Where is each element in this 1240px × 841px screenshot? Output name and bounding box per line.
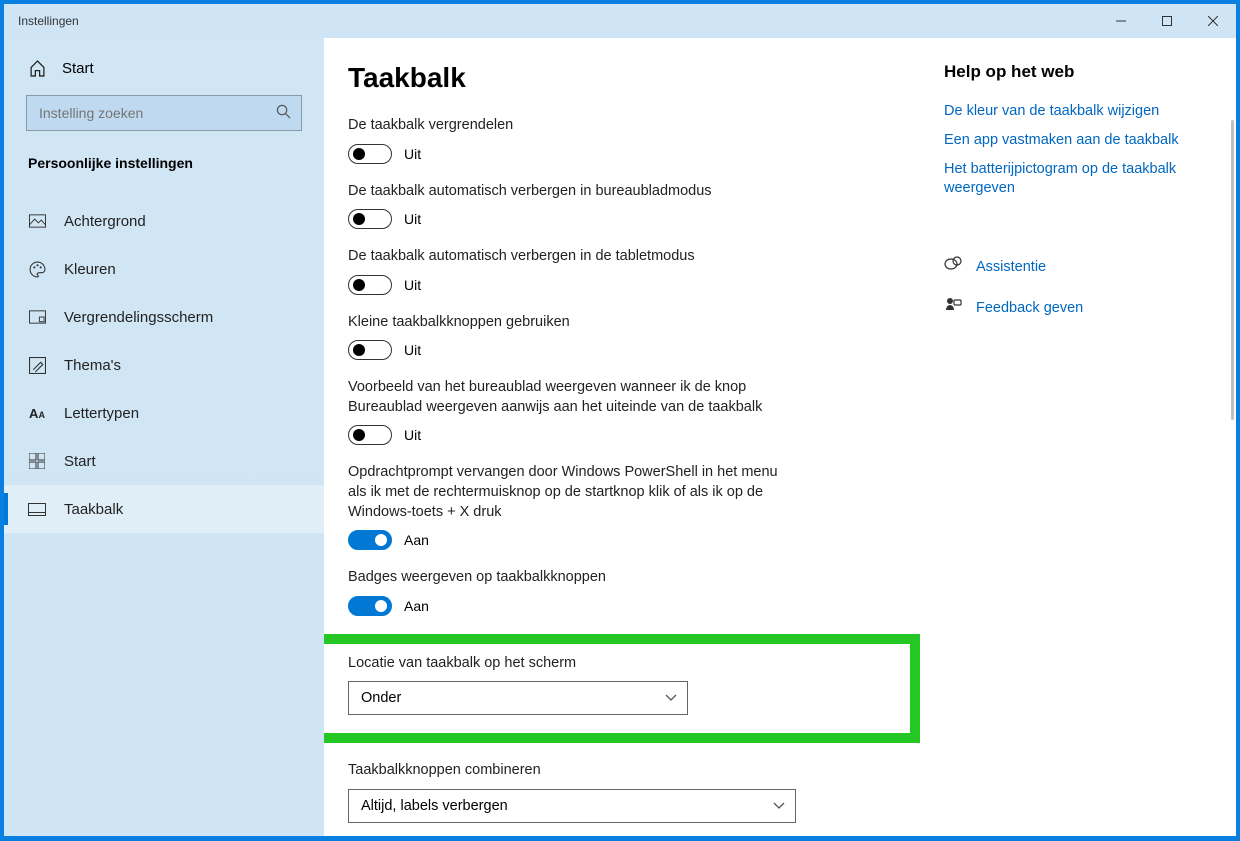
search-icon bbox=[276, 104, 291, 122]
toggle-powershell[interactable] bbox=[348, 530, 392, 550]
setting-label: Voorbeeld van het bureaublad weergeven w… bbox=[348, 378, 788, 417]
settings-window: Instellingen Start bbox=[4, 4, 1236, 836]
sidebar-item-background[interactable]: Achtergrond bbox=[4, 197, 324, 245]
window-controls bbox=[1098, 4, 1236, 38]
toggle-lock[interactable] bbox=[348, 144, 392, 164]
themes-icon bbox=[28, 357, 46, 374]
help-link[interactable]: De kleur van de taakbalk wijzigen bbox=[944, 102, 1204, 121]
feedback-icon bbox=[944, 296, 962, 319]
toggle-state: Uit bbox=[404, 342, 421, 358]
settings-column: Taakbalk De taakbalk vergrendelen Uit De… bbox=[324, 38, 944, 836]
sidebar-item-label: Thema's bbox=[64, 357, 121, 374]
taskbar-icon bbox=[28, 503, 46, 516]
sidebar-item-label: Taakbalk bbox=[64, 501, 123, 518]
setting-badges: Badges weergeven op taakbalkknoppen Aan bbox=[348, 568, 920, 616]
toggle-hide-desktop[interactable] bbox=[348, 209, 392, 229]
toggle-state: Uit bbox=[404, 211, 421, 227]
sidebar-nav: Achtergrond Kleuren Vergrendelingsscherm… bbox=[4, 183, 324, 533]
toggle-state: Aan bbox=[404, 532, 429, 548]
setting-hide-desktop: De taakbalk automatisch verbergen in bur… bbox=[348, 182, 920, 230]
setting-label: De taakbalk automatisch verbergen in de … bbox=[348, 247, 788, 267]
setting-label: De taakbalk automatisch verbergen in bur… bbox=[348, 182, 788, 202]
scrollbar[interactable] bbox=[1231, 120, 1234, 420]
sidebar: Start Persoonlijke instellingen Achtergr… bbox=[4, 38, 324, 836]
toggle-peek[interactable] bbox=[348, 425, 392, 445]
search-input[interactable] bbox=[26, 95, 302, 131]
palette-icon bbox=[28, 261, 46, 278]
sidebar-item-label: Kleuren bbox=[64, 261, 116, 278]
help-feedback[interactable]: Feedback geven bbox=[944, 296, 1204, 319]
close-button[interactable] bbox=[1190, 4, 1236, 38]
help-title: Help op het web bbox=[944, 62, 1204, 82]
setting-label: Badges weergeven op taakbalkknoppen bbox=[348, 568, 788, 588]
home-icon bbox=[28, 60, 46, 77]
sidebar-item-label: Start bbox=[64, 453, 96, 470]
select-combine[interactable]: Altijd, labels verbergen bbox=[348, 789, 796, 823]
help-action-label: Assistentie bbox=[976, 259, 1046, 275]
setting-hide-tablet: De taakbalk automatisch verbergen in de … bbox=[348, 247, 920, 295]
setting-label: Taakbalkknoppen combineren bbox=[348, 761, 788, 781]
setting-label: Kleine taakbalkknoppen gebruiken bbox=[348, 313, 788, 333]
help-link[interactable]: Het batterijpictogram op de taakbalk wee… bbox=[944, 160, 1204, 198]
start-icon bbox=[28, 453, 46, 469]
minimize-button[interactable] bbox=[1098, 4, 1144, 38]
toggle-state: Aan bbox=[404, 598, 429, 614]
toggle-hide-tablet[interactable] bbox=[348, 275, 392, 295]
help-link[interactable]: Een app vastmaken aan de taakbalk bbox=[944, 131, 1204, 150]
toggle-state: Uit bbox=[404, 146, 421, 162]
sidebar-section-title: Persoonlijke instellingen bbox=[4, 155, 324, 183]
sidebar-item-lockscreen[interactable]: Vergrendelingsscherm bbox=[4, 293, 324, 341]
toggle-state: Uit bbox=[404, 277, 421, 293]
select-value: Altijd, labels verbergen bbox=[361, 798, 508, 814]
setting-peek: Voorbeeld van het bureaublad weergeven w… bbox=[348, 378, 920, 445]
maximize-button[interactable] bbox=[1144, 4, 1190, 38]
chevron-down-icon bbox=[665, 690, 677, 706]
setting-label: Locatie van taakbalk op het scherm bbox=[348, 654, 788, 674]
setting-combine: Taakbalkknoppen combineren Altijd, label… bbox=[348, 761, 920, 823]
titlebar: Instellingen bbox=[4, 4, 1236, 38]
select-location[interactable]: Onder bbox=[348, 681, 688, 715]
assist-icon bbox=[944, 255, 962, 278]
main-panel: Taakbalk De taakbalk vergrendelen Uit De… bbox=[324, 38, 1236, 836]
setting-powershell: Opdrachtprompt vervangen door Windows Po… bbox=[348, 463, 920, 550]
help-links: De kleur van de taakbalk wijzigen Een ap… bbox=[944, 102, 1204, 197]
help-assist[interactable]: Assistentie bbox=[944, 255, 1204, 278]
help-action-label: Feedback geven bbox=[976, 300, 1083, 316]
toggle-badges[interactable] bbox=[348, 596, 392, 616]
sidebar-item-taskbar[interactable]: Taakbalk bbox=[4, 485, 324, 533]
sidebar-item-start[interactable]: Start bbox=[4, 437, 324, 485]
sidebar-item-label: Achtergrond bbox=[64, 213, 146, 230]
sidebar-item-label: Vergrendelingsscherm bbox=[64, 309, 213, 326]
sidebar-item-fonts[interactable]: AA Lettertypen bbox=[4, 389, 324, 437]
home-label: Start bbox=[62, 60, 94, 77]
window-title: Instellingen bbox=[4, 14, 1098, 28]
setting-label: De taakbalk vergrendelen bbox=[348, 116, 788, 136]
search-field[interactable] bbox=[39, 105, 276, 121]
fonts-icon: AA bbox=[28, 406, 46, 421]
setting-label: Opdrachtprompt vervangen door Windows Po… bbox=[348, 463, 788, 522]
page-title: Taakbalk bbox=[348, 62, 920, 94]
select-value: Onder bbox=[361, 690, 401, 706]
lockscreen-icon bbox=[28, 310, 46, 324]
content-area: Start Persoonlijke instellingen Achtergr… bbox=[4, 38, 1236, 836]
chevron-down-icon bbox=[773, 798, 785, 814]
setting-small-buttons: Kleine taakbalkknoppen gebruiken Uit bbox=[348, 313, 920, 361]
help-column: Help op het web De kleur van de taakbalk… bbox=[944, 38, 1224, 836]
home-button[interactable]: Start bbox=[4, 60, 324, 95]
picture-icon bbox=[28, 214, 46, 228]
setting-lock-taskbar: De taakbalk vergrendelen Uit bbox=[348, 116, 920, 164]
sidebar-item-label: Lettertypen bbox=[64, 405, 139, 422]
toggle-state: Uit bbox=[404, 427, 421, 443]
sidebar-item-themes[interactable]: Thema's bbox=[4, 341, 324, 389]
sidebar-item-colors[interactable]: Kleuren bbox=[4, 245, 324, 293]
highlight-location: Locatie van taakbalk op het scherm Onder bbox=[324, 634, 920, 744]
toggle-small-buttons[interactable] bbox=[348, 340, 392, 360]
